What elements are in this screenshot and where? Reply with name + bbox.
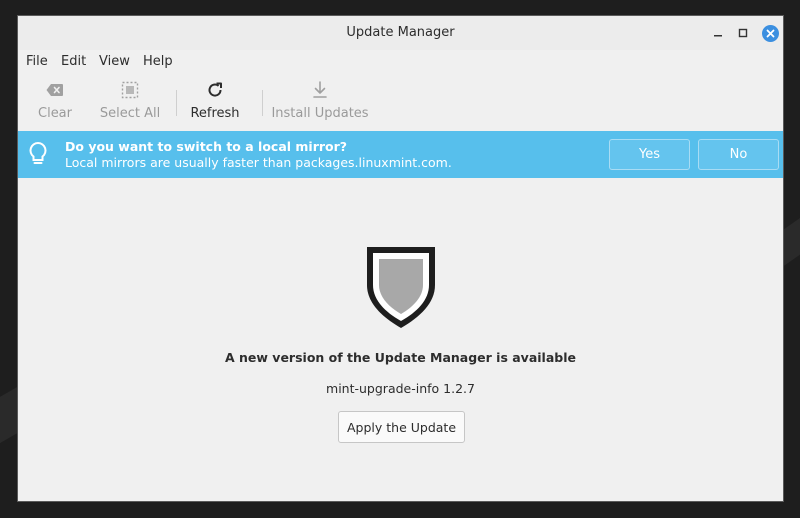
select-all-icon	[121, 78, 139, 102]
select-all-label: Select All	[99, 106, 161, 121]
maximize-button[interactable]	[732, 22, 754, 44]
toolbar-separator	[176, 90, 177, 116]
toolbar-separator	[262, 90, 263, 116]
select-all-button[interactable]: Select All	[99, 78, 161, 128]
install-updates-button[interactable]: Install Updates	[271, 78, 369, 128]
install-updates-label: Install Updates	[271, 106, 369, 121]
close-icon	[761, 24, 779, 42]
lightbulb-icon	[27, 141, 49, 167]
apply-update-button[interactable]: Apply the Update	[338, 411, 465, 443]
yes-button[interactable]: Yes	[609, 139, 690, 170]
menubar: File Edit View Help	[18, 53, 783, 73]
download-icon	[312, 78, 328, 102]
menu-help[interactable]: Help	[143, 54, 173, 69]
minimize-button[interactable]	[707, 22, 729, 44]
refresh-label: Refresh	[190, 106, 240, 121]
toolbar: Clear Select All Refresh Install Updates	[18, 78, 783, 132]
main-content: A new version of the Update Manager is a…	[18, 178, 783, 501]
refresh-icon	[206, 78, 224, 102]
refresh-button[interactable]: Refresh	[190, 78, 240, 128]
menu-view[interactable]: View	[99, 54, 130, 69]
shield-icon	[365, 245, 437, 330]
update-manager-window: Update Manager File Edit View Help Clear…	[17, 15, 784, 502]
package-version: mint-upgrade-info 1.2.7	[326, 381, 475, 396]
window-title: Update Manager	[346, 25, 455, 40]
mirror-infobar: Do you want to switch to a local mirror?…	[18, 131, 783, 178]
titlebar[interactable]: Update Manager	[18, 16, 783, 50]
clear-button[interactable]: Clear	[35, 78, 75, 128]
maximize-icon	[738, 28, 748, 38]
minimize-icon	[714, 35, 722, 37]
menu-edit[interactable]: Edit	[61, 54, 86, 69]
update-available-message: A new version of the Update Manager is a…	[225, 350, 576, 365]
clear-label: Clear	[38, 106, 72, 121]
infobar-subtitle: Local mirrors are usually faster than pa…	[65, 155, 452, 170]
no-button[interactable]: No	[698, 139, 779, 170]
menu-file[interactable]: File	[26, 54, 48, 69]
infobar-title: Do you want to switch to a local mirror?	[65, 139, 348, 154]
clear-icon	[46, 78, 64, 102]
close-button[interactable]	[759, 22, 781, 44]
